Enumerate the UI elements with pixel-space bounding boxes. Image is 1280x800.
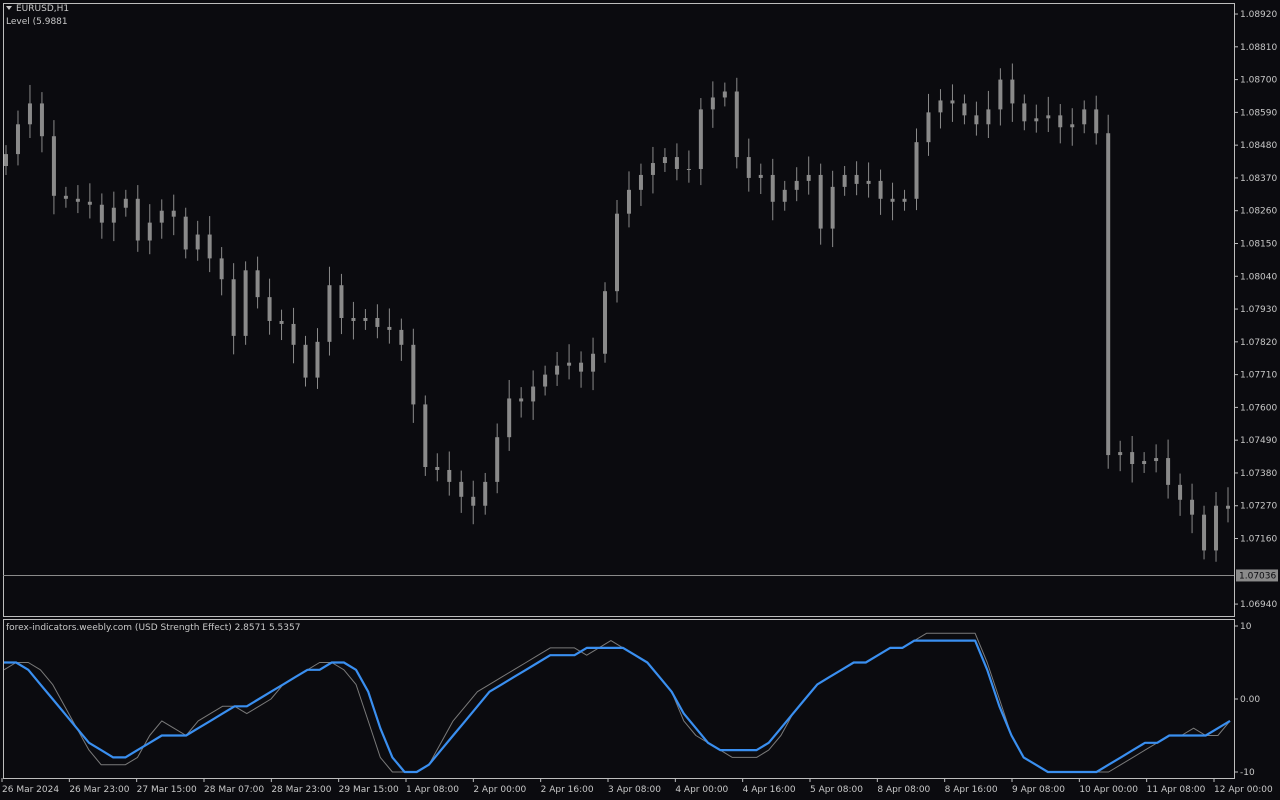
time-tick-label: 4 Apr 00:00 — [675, 785, 728, 795]
indicator-label: forex-indicators.weebly.com (USD Strengt… — [6, 623, 301, 633]
time-tick-label: 27 Mar 15:00 — [137, 785, 197, 795]
time-tick-label: 29 Mar 15:00 — [339, 785, 399, 795]
indicator-tick-label: -10 — [1240, 768, 1255, 778]
candle — [615, 199, 619, 303]
price-tick-label: 1.08370 — [1240, 174, 1277, 184]
symbol-label: EURUSD,H1 — [16, 4, 70, 14]
time-tick-label: 26 Mar 23:00 — [69, 785, 129, 795]
candle — [1106, 114, 1111, 469]
time-tick-label: 2 Apr 00:00 — [473, 785, 526, 795]
time-tick-label: 10 Apr 00:00 — [1079, 785, 1138, 795]
current-price-label: 1.07036 — [1239, 571, 1276, 581]
price-tick-label: 1.08260 — [1240, 207, 1277, 217]
price-tick-label: 1.07930 — [1240, 305, 1277, 315]
price-tick-label: 1.08920 — [1240, 10, 1277, 20]
price-tick-label: 1.07490 — [1240, 436, 1277, 446]
time-tick-label: 12 Apr 00:00 — [1214, 785, 1273, 795]
price-tick-label: 1.08590 — [1240, 108, 1277, 118]
time-tick-label: 26 Mar 2024 — [2, 785, 59, 795]
time-tick-label: 9 Apr 08:00 — [1012, 785, 1065, 795]
candle — [603, 282, 608, 363]
time-tick-label: 8 Apr 16:00 — [945, 785, 998, 795]
price-tick-label: 1.07160 — [1240, 535, 1277, 545]
time-tick-label: 3 Apr 08:00 — [608, 785, 661, 795]
time-tick-label: 8 Apr 08:00 — [877, 785, 930, 795]
price-tick-label: 1.07380 — [1240, 469, 1277, 479]
time-tick-label: 11 Apr 08:00 — [1147, 785, 1206, 795]
price-tick-label: 1.08040 — [1240, 272, 1277, 282]
dropdown-arrow-icon[interactable] — [6, 6, 12, 10]
time-tick-label: 1 Apr 08:00 — [406, 785, 459, 795]
chart-canvas: 1.08920 1.08810 1.08700 1.08590 1.08480 1.083… — [0, 0, 1280, 800]
price-tick-label: 1.07600 — [1240, 403, 1277, 413]
time-tick-label: 28 Mar 07:00 — [204, 785, 264, 795]
price-tick-label: 1.08480 — [1240, 141, 1277, 151]
price-tick-label: 1.07270 — [1240, 502, 1277, 512]
price-tick-label: 1.07820 — [1240, 338, 1277, 348]
price-tick-label: 1.08700 — [1240, 76, 1277, 86]
time-tick-label: 28 Mar 23:00 — [271, 785, 331, 795]
candle — [423, 395, 428, 476]
time-tick-label: 4 Apr 16:00 — [743, 785, 796, 795]
price-tick-label: 1.06940 — [1240, 600, 1277, 610]
price-tick-label: 1.08150 — [1240, 239, 1277, 249]
indicator-tick-label: 0.00 — [1240, 695, 1260, 705]
price-tick-label: 1.08810 — [1240, 43, 1277, 53]
time-tick-label: 2 Apr 16:00 — [541, 785, 594, 795]
candle — [243, 261, 248, 345]
indicator-tick-label: 10 — [1240, 622, 1252, 632]
level-label: Level (5.9881 — [6, 17, 68, 27]
symbol-title[interactable]: EURUSD,H1 — [6, 4, 69, 15]
price-tick-label: 1.07710 — [1240, 371, 1277, 381]
time-tick-label: 5 Apr 08:00 — [810, 785, 863, 795]
